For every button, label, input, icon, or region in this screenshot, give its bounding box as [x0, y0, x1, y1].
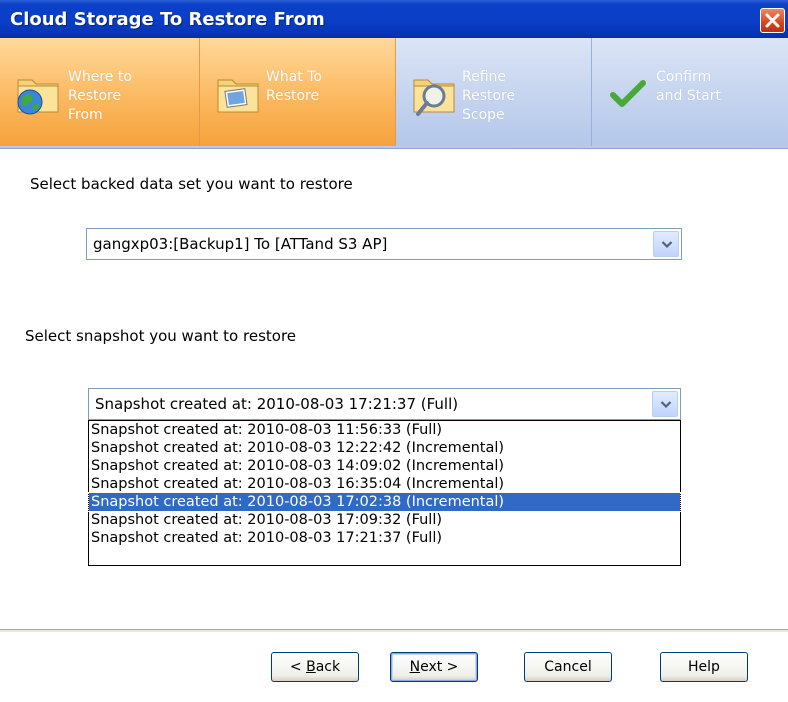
step-label-line: Scope: [462, 107, 505, 123]
snapshot-option-highlighted[interactable]: Snapshot created at: 2010-08-03 17:02:38…: [88, 492, 681, 512]
chevron-down-icon: [661, 241, 673, 249]
snapshot-option[interactable]: Snapshot created at: 2010-08-03 17:21:37…: [89, 529, 680, 547]
step-label-line: From: [68, 107, 103, 123]
snapshot-value: Snapshot created at: 2010-08-03 17:21:37…: [95, 395, 459, 413]
back-button[interactable]: < Back: [271, 652, 359, 682]
snapshot-option[interactable]: Snapshot created at: 2010-08-03 14:09:02…: [89, 457, 680, 475]
step-where-to-restore-from: Where to Restore From: [0, 38, 200, 146]
step-label-line: Restore: [68, 88, 122, 104]
step-label-line: Restore: [462, 88, 516, 104]
globe-folder-icon: [14, 72, 62, 120]
next-button-mnemonic: N: [409, 659, 421, 675]
title-bar[interactable]: Cloud Storage To Restore From: [0, 0, 788, 38]
next-button-rest: ext >: [420, 659, 459, 675]
snapshot-option[interactable]: Snapshot created at: 2010-08-03 11:56:33…: [89, 421, 680, 439]
cancel-button[interactable]: Cancel: [524, 652, 612, 682]
back-button-mnemonic: B: [306, 659, 316, 675]
step-refine-restore-scope: Refine Restore Scope: [396, 38, 592, 146]
snapshot-options-list[interactable]: Snapshot created at: 2010-08-03 11:56:33…: [88, 420, 681, 566]
snapshot-prompt: Select snapshot you want to restore: [25, 327, 297, 345]
restore-wizard-window: Cloud Storage To Restore From Where to R: [0, 0, 788, 702]
back-button-prefix: <: [289, 659, 307, 675]
close-button[interactable]: [760, 8, 785, 33]
snapshot-option[interactable]: Snapshot created at: 2010-08-03 12:22:42…: [89, 439, 680, 457]
checkmark-icon: [610, 80, 646, 114]
step-label-line: What To: [266, 69, 322, 85]
dataset-dropdown-button[interactable]: [653, 231, 679, 257]
snapshot-dropdown[interactable]: Snapshot created at: 2010-08-03 17:21:37…: [88, 388, 681, 420]
dataset-dropdown[interactable]: gangxp03:[Backup1] To [ATTand S3 AP]: [86, 228, 682, 260]
dataset-prompt: Select backed data set you want to resto…: [30, 175, 353, 193]
close-icon: [765, 13, 780, 28]
window-title: Cloud Storage To Restore From: [10, 9, 325, 30]
magnifier-folder-icon: [410, 72, 458, 124]
step-confirm-and-start: Confirm and Start: [592, 38, 788, 146]
step-label-line: Where to: [68, 69, 132, 85]
step-label-line: Refine: [462, 69, 507, 85]
step-label-line: Confirm: [656, 69, 712, 85]
step-what-to-restore: What To Restore: [200, 38, 396, 146]
snapshot-option[interactable]: Snapshot created at: 2010-08-03 17:09:32…: [89, 511, 680, 529]
step-label-line: Restore: [266, 88, 320, 104]
snapshot-option[interactable]: Snapshot created at: 2010-08-03 16:35:04…: [89, 475, 680, 493]
chevron-down-icon: [660, 401, 672, 409]
dataset-value: gangxp03:[Backup1] To [ATTand S3 AP]: [93, 235, 388, 253]
step-label-line: and Start: [656, 88, 721, 104]
next-button[interactable]: Next >: [390, 652, 478, 682]
help-button[interactable]: Help: [660, 652, 748, 682]
snapshot-dropdown-button[interactable]: [652, 391, 678, 417]
back-button-rest: ack: [315, 659, 341, 675]
picture-folder-icon: [214, 72, 262, 120]
wizard-step-bar: Where to Restore From What To Restore Re…: [0, 38, 788, 149]
